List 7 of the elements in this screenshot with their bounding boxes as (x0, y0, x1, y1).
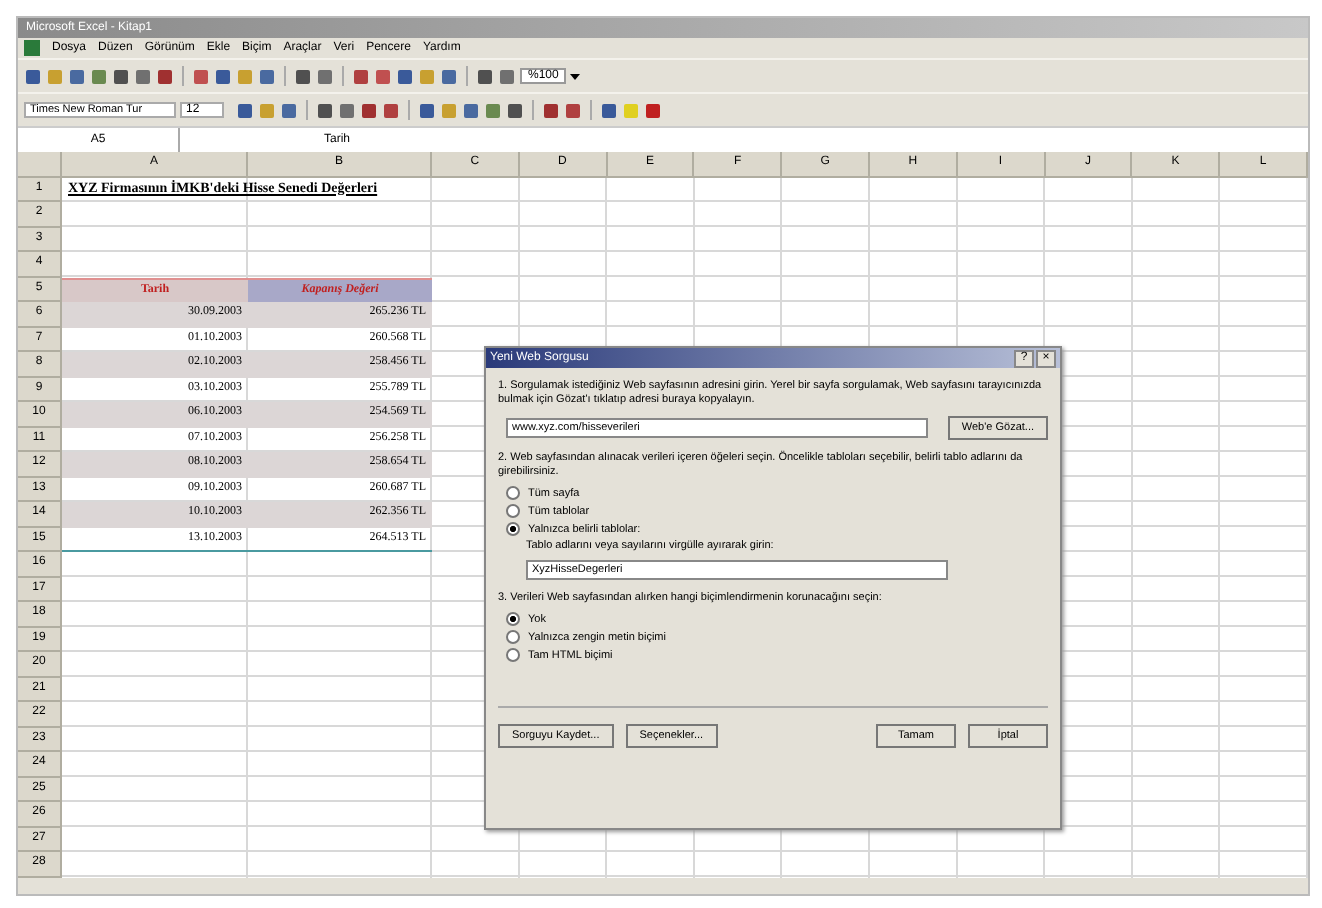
radio-button[interactable] (506, 630, 520, 644)
radio-button[interactable] (506, 612, 520, 626)
radio-button[interactable] (506, 504, 520, 518)
dropdown-arrow-icon[interactable] (570, 73, 581, 79)
radio-button[interactable] (506, 648, 520, 662)
radio-button[interactable] (506, 486, 520, 500)
radio-button[interactable] (506, 522, 520, 536)
